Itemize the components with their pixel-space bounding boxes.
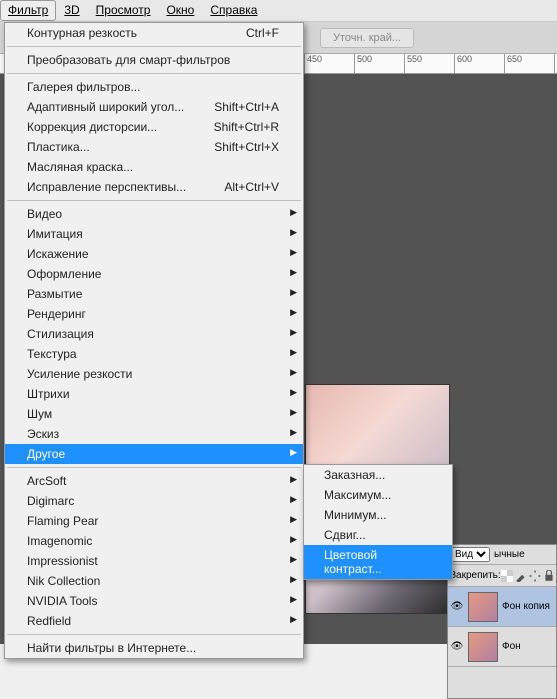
refine-edge-button[interactable]: Уточн. край...: [320, 28, 414, 48]
menu-help[interactable]: Справка: [202, 0, 265, 21]
menu-item[interactable]: Digimarc▶: [5, 491, 303, 511]
submenu-arrow-icon: ▶: [290, 514, 297, 525]
menu-separator: [7, 46, 301, 47]
submenu-arrow-icon: ▶: [290, 227, 297, 238]
layers-lock-row: Закрепить:: [448, 565, 556, 587]
submenu-arrow-icon: ▶: [290, 207, 297, 218]
menu-item[interactable]: Адаптивный широкий угол...Shift+Ctrl+A: [5, 97, 303, 117]
submenu-item[interactable]: Цветовой контраст...: [304, 545, 452, 579]
layer-name[interactable]: Фон копия: [502, 601, 550, 612]
menu-item[interactable]: ArcSoft▶: [5, 471, 303, 491]
menu-window[interactable]: Окно: [158, 0, 202, 21]
menu-item[interactable]: Галерея фильтров...: [5, 77, 303, 97]
menu-item[interactable]: Flaming Pear▶: [5, 511, 303, 531]
submenu-arrow-icon: ▶: [290, 367, 297, 378]
visibility-icon[interactable]: 👁: [450, 641, 464, 652]
menu-item[interactable]: Пластика...Shift+Ctrl+X: [5, 137, 303, 157]
layers-panel: Вид ычные Закрепить: 👁 Фон копия 👁 Фон: [447, 544, 557, 699]
layer-thumb[interactable]: [468, 592, 498, 622]
submenu-arrow-icon: ▶: [290, 534, 297, 545]
submenu-arrow-icon: ▶: [290, 307, 297, 318]
layer-name[interactable]: Фон: [502, 641, 521, 652]
lock-icons[interactable]: [501, 570, 555, 582]
submenu-arrow-icon: ▶: [290, 327, 297, 338]
submenu-arrow-icon: ▶: [290, 554, 297, 565]
submenu-arrow-icon: ▶: [290, 594, 297, 605]
menu-item[interactable]: Шум▶: [5, 404, 303, 424]
menu-item[interactable]: Преобразовать для смарт-фильтров: [5, 50, 303, 70]
blend-mode-select[interactable]: Вид: [450, 547, 490, 562]
menu-item[interactable]: Усиление резкости▶: [5, 364, 303, 384]
ruler-tick: 450: [305, 54, 355, 73]
menu-item[interactable]: NVIDIA Tools▶: [5, 591, 303, 611]
menu-item[interactable]: Другое▶: [5, 444, 303, 464]
submenu-arrow-icon: ▶: [290, 427, 297, 438]
menu-separator: [7, 200, 301, 201]
submenu-item[interactable]: Минимум...: [304, 505, 452, 525]
ruler-tick: 500: [355, 54, 405, 73]
menu-item[interactable]: Nik Collection▶: [5, 571, 303, 591]
menu-item[interactable]: Оформление▶: [5, 264, 303, 284]
menu-bar: Фильтр 3D Просмотр Окно Справка: [0, 0, 557, 22]
menu-separator: [7, 467, 301, 468]
submenu-item[interactable]: Сдвиг...: [304, 525, 452, 545]
submenu-arrow-icon: ▶: [290, 407, 297, 418]
menu-item[interactable]: Найти фильтры в Интернете...: [5, 638, 303, 658]
menu-item[interactable]: Коррекция дисторсии...Shift+Ctrl+R: [5, 117, 303, 137]
menu-item[interactable]: Штрихи▶: [5, 384, 303, 404]
menu-item[interactable]: Текстура▶: [5, 344, 303, 364]
menu-item[interactable]: Эскиз▶: [5, 424, 303, 444]
layers-tab-extra: ычные: [494, 549, 525, 560]
lock-move-icon[interactable]: [529, 570, 541, 582]
menu-item[interactable]: Размытие▶: [5, 284, 303, 304]
menu-item[interactable]: Искажение▶: [5, 244, 303, 264]
lock-all-icon[interactable]: [543, 570, 555, 582]
menu-item[interactable]: Масляная краска...: [5, 157, 303, 177]
menu-view[interactable]: Просмотр: [88, 0, 159, 21]
menu-item[interactable]: Impressionist▶: [5, 551, 303, 571]
menu-item[interactable]: Видео▶: [5, 204, 303, 224]
filter-menu-dropdown: Контурная резкостьCtrl+F Преобразовать дл…: [4, 22, 304, 659]
submenu-arrow-icon: ▶: [290, 614, 297, 625]
submenu-arrow-icon: ▶: [290, 387, 297, 398]
visibility-icon[interactable]: 👁: [450, 601, 464, 612]
menu-filter[interactable]: Фильтр: [0, 0, 56, 21]
lock-transparency-icon[interactable]: [501, 570, 513, 582]
layer-thumb[interactable]: [468, 632, 498, 662]
layer-row[interactable]: 👁 Фон копия: [448, 587, 556, 627]
submenu-arrow-icon: ▶: [290, 287, 297, 298]
submenu-item[interactable]: Заказная...: [304, 465, 452, 485]
submenu-arrow-icon: ▶: [290, 247, 297, 258]
menu-separator: [7, 634, 301, 635]
menu-item[interactable]: Исправление перспективы...Alt+Ctrl+V: [5, 177, 303, 197]
ruler-tick: 600: [455, 54, 505, 73]
menu-separator: [7, 73, 301, 74]
ruler-tick: 550: [405, 54, 455, 73]
lock-brush-icon[interactable]: [515, 570, 527, 582]
layer-row[interactable]: 👁 Фон: [448, 627, 556, 667]
menu-item[interactable]: Рендеринг▶: [5, 304, 303, 324]
layers-mode-row: Вид ычные: [448, 545, 556, 565]
menu-item[interactable]: Контурная резкостьCtrl+F: [5, 23, 303, 43]
menu-3d[interactable]: 3D: [56, 0, 87, 21]
submenu-arrow-icon: ▶: [290, 447, 297, 458]
submenu-arrow-icon: ▶: [290, 574, 297, 585]
menu-item[interactable]: Имитация▶: [5, 224, 303, 244]
menu-item[interactable]: Стилизация▶: [5, 324, 303, 344]
ruler-tick: 650: [505, 54, 555, 73]
submenu-arrow-icon: ▶: [290, 267, 297, 278]
lock-label: Закрепить:: [450, 570, 501, 581]
submenu-arrow-icon: ▶: [290, 494, 297, 505]
submenu-item[interactable]: Максимум...: [304, 485, 452, 505]
submenu-arrow-icon: ▶: [290, 347, 297, 358]
menu-item[interactable]: Redfield▶: [5, 611, 303, 631]
filter-submenu: Заказная...Максимум...Минимум...Сдвиг...…: [303, 464, 453, 580]
menu-item[interactable]: Imagenomic▶: [5, 531, 303, 551]
submenu-arrow-icon: ▶: [290, 474, 297, 485]
